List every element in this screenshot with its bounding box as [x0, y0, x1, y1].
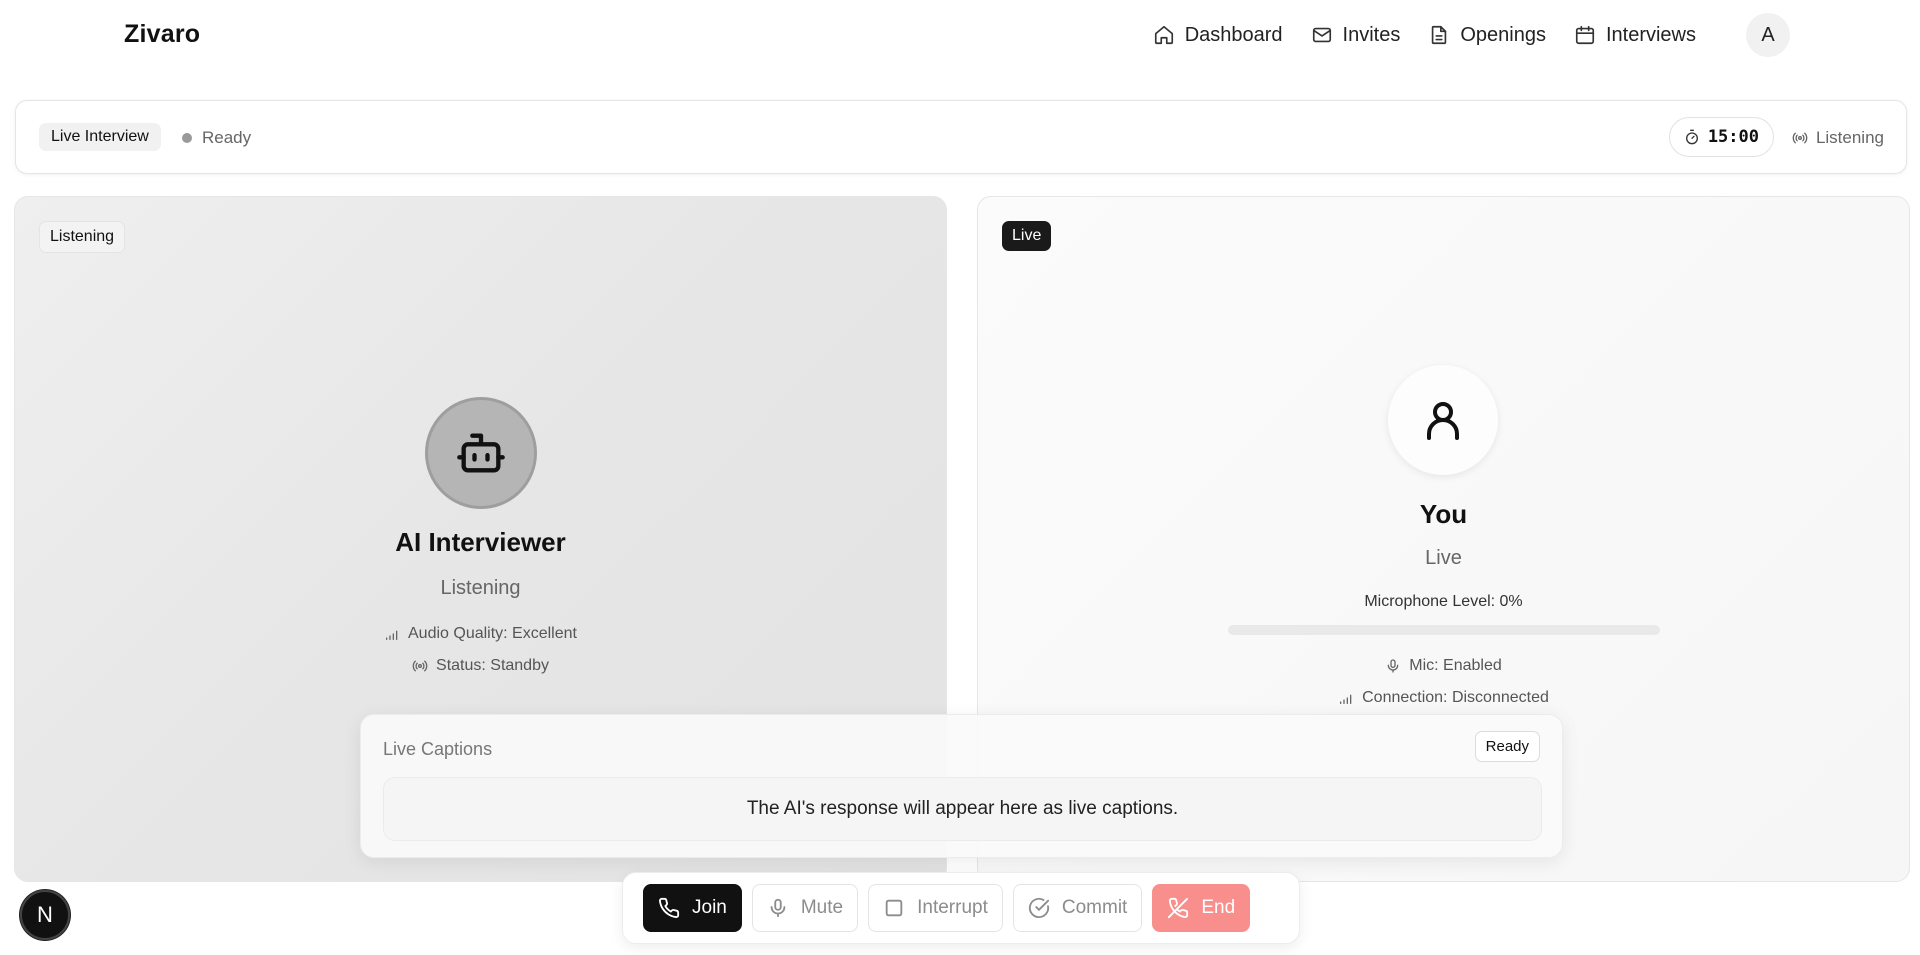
broadcast-icon [412, 658, 428, 674]
ai-avatar [425, 397, 537, 509]
mic-level-label: Microphone Level: 0% [1364, 593, 1523, 610]
signal-bars-icon [384, 626, 400, 642]
status-dot-icon [182, 133, 192, 143]
interrupt-button[interactable]: Interrupt [868, 884, 1003, 932]
dev-tools-badge[interactable]: N [20, 890, 70, 940]
ai-panel-state: Listening [440, 577, 521, 599]
listening-status: Listening [1792, 128, 1884, 148]
commit-button[interactable]: Commit [1012, 884, 1143, 932]
microphone-icon [1385, 658, 1401, 674]
nav-openings[interactable]: Openings [1428, 24, 1546, 47]
connection-status-line: Connection: Disconnected [978, 689, 1909, 707]
nav-interviews-label: Interviews [1605, 23, 1696, 46]
home-icon [1153, 24, 1175, 46]
nav-links: Dashboard Invites Openings Interviews A [1153, 13, 1790, 57]
timer-icon [1684, 129, 1700, 145]
interrupt-button-label: Interrupt [917, 897, 988, 918]
you-panel-title: You [1419, 499, 1468, 529]
captions-text: The AI's response will appear here as li… [383, 777, 1542, 841]
ai-panel-title: AI Interviewer [395, 527, 566, 557]
mute-button[interactable]: Mute [751, 884, 859, 932]
ready-status: Ready [182, 128, 251, 148]
live-captions-panel: Live Captions Ready The AI's response wi… [360, 714, 1563, 858]
ai-panel-badge: Listening [39, 221, 126, 253]
interview-status-bar: Live Interview Ready 15:00 Listening [15, 100, 1907, 174]
join-button-label: Join [692, 897, 727, 918]
live-interview-pill: Live Interview [39, 123, 161, 151]
nav-dashboard-label: Dashboard [1184, 23, 1283, 46]
top-nav: Zivaro Dashboard Invites Openings Interv… [0, 0, 1920, 70]
broadcast-icon [1792, 130, 1808, 146]
nav-invites[interactable]: Invites [1311, 23, 1401, 47]
call-controls: Join Mute Interrupt Commit End [622, 872, 1300, 944]
user-icon [1419, 396, 1467, 444]
phone-off-icon [1167, 897, 1189, 919]
listening-status-label: Listening [1815, 128, 1884, 147]
mic-level-bar [1228, 625, 1660, 635]
audio-quality-line: Audio Quality: Excellent [15, 625, 946, 643]
brand-logo[interactable]: Zivaro [124, 20, 200, 49]
nav-openings-label: Openings [1460, 23, 1546, 46]
phone-icon [658, 897, 680, 919]
bot-icon [455, 427, 507, 479]
mute-button-label: Mute [800, 897, 844, 918]
calendar-icon [1574, 24, 1596, 46]
join-button[interactable]: Join [643, 884, 742, 932]
nav-invites-label: Invites [1342, 23, 1401, 46]
timer-value: 15:00 [1707, 127, 1759, 147]
user-avatar[interactable]: A [1746, 13, 1790, 57]
mic-status-label: Mic: Enabled [1409, 657, 1502, 674]
mic-status-line: Mic: Enabled [978, 657, 1909, 675]
you-panel-state: Live [1425, 547, 1462, 569]
commit-button-label: Commit [1061, 897, 1128, 918]
nav-dashboard[interactable]: Dashboard [1153, 24, 1283, 47]
connection-status-label: Connection: Disconnected [1362, 689, 1549, 706]
end-call-button[interactable]: End [1152, 884, 1251, 932]
ready-status-label: Ready [202, 128, 252, 147]
interview-timer: 15:00 [1668, 117, 1774, 157]
captions-status-badge: Ready [1474, 731, 1540, 762]
you-panel-badge: Live [1002, 221, 1052, 251]
nav-interviews[interactable]: Interviews [1574, 24, 1696, 47]
end-button-label: End [1201, 897, 1236, 918]
ai-status-label: Status: Standby [436, 657, 549, 674]
document-icon [1428, 24, 1450, 46]
square-icon [883, 897, 905, 919]
audio-quality-label: Audio Quality: Excellent [408, 625, 577, 642]
ai-status-line: Status: Standby [15, 657, 946, 675]
mail-icon [1311, 24, 1333, 46]
captions-title: Live Captions [383, 739, 493, 759]
signal-bars-icon [1338, 690, 1354, 706]
microphone-icon [767, 897, 789, 919]
you-avatar [1388, 365, 1498, 475]
check-circle-icon [1028, 897, 1050, 919]
